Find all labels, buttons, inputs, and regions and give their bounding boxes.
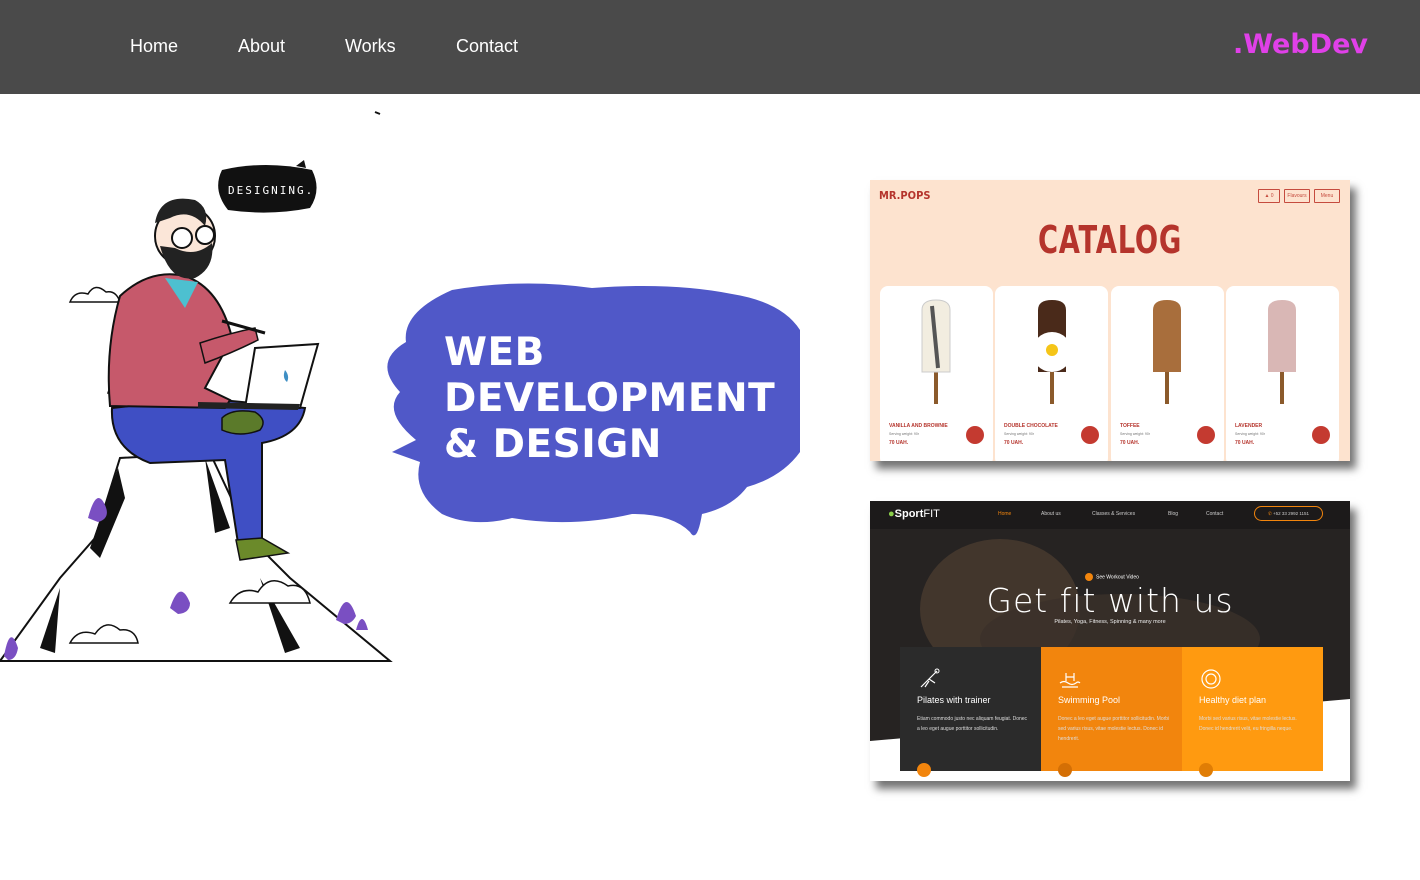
nav-link-about[interactable]: About <box>238 36 285 57</box>
sportfit-panel-swimming[interactable]: Swimming Pool Donec a leo eget augue por… <box>1041 647 1182 777</box>
portfolio-shot-sportfit[interactable]: ●SportFIT Home About us Classes & Servic… <box>870 501 1350 781</box>
nav-link-home[interactable]: Home <box>130 36 178 57</box>
sportfit-logo-bold: Sport <box>894 508 924 520</box>
nav-link-works[interactable]: Works <box>345 36 396 57</box>
sportfit-nav-blog[interactable]: Blog <box>1168 511 1178 517</box>
sportfit-video-link[interactable]: See Workout Video <box>1085 573 1139 581</box>
pops-product-price: 70 UAH. <box>889 440 909 446</box>
sportfit-phone-button[interactable]: ✆ +52 33 2992 1151 <box>1254 506 1323 521</box>
pops-product-weight: Serving weight: 90r <box>1235 432 1265 436</box>
sportfit-hero-title: Get fit with us <box>986 581 1234 620</box>
sportfit-panel-title: Swimming Pool <box>1058 695 1121 705</box>
pops-product-weight: Serving weight: 90r <box>1004 432 1034 436</box>
pilates-icon <box>920 668 940 688</box>
play-icon <box>1085 573 1093 581</box>
sportfit-panel-more-button[interactable] <box>1058 763 1072 777</box>
sportfit-nav-about[interactable]: About us <box>1041 511 1061 517</box>
popsicle-toffee-image <box>1153 300 1181 404</box>
headline-line-development: DEVELOPMENT <box>444 376 776 421</box>
sportfit-panel-more-button[interactable] <box>917 763 931 777</box>
pops-product-name: VANILLA AND BROWNIE <box>889 423 948 429</box>
sportfit-phone-number: +52 33 2992 1151 <box>1272 511 1310 516</box>
pops-product-price: 70 UAH. <box>1120 440 1140 446</box>
pops-product-name: TOFFEE <box>1120 423 1140 429</box>
pops-product-name: DOUBLE CHOCOLATE <box>1004 423 1058 429</box>
sportfit-logo[interactable]: ●SportFIT <box>888 508 940 520</box>
pops-product-card[interactable]: VANILLA AND BROWNIE Serving weight: 90r … <box>880 286 993 461</box>
pops-product-name: LAVENDER <box>1235 423 1263 429</box>
pops-product-weight: Serving weight: 90r <box>889 432 919 436</box>
popsicle-chocolate-image <box>1032 300 1072 404</box>
pops-add-to-cart-button[interactable] <box>1197 426 1215 444</box>
popsicle-lavender-image <box>1268 300 1296 404</box>
sportfit-nav-contact[interactable]: Contact <box>1206 511 1223 517</box>
pops-catalog-title: CATALOG <box>1037 218 1183 262</box>
portfolio-shot-mr-pops[interactable]: MR.POPS ▲ 0 Flavours Menu CATALOG VANILL… <box>870 180 1350 461</box>
sportfit-nav-home[interactable]: Home <box>998 511 1011 517</box>
pops-product-price: 70 UAH. <box>1235 440 1255 446</box>
hero-headline: WEB DEVELOPMENT & DESIGN <box>444 330 775 468</box>
speech-bubble-text: DESIGNING... <box>228 184 331 197</box>
headline-line-design: & DESIGN <box>444 422 662 467</box>
phone-icon: ✆ <box>1267 511 1272 516</box>
sportfit-logo-light: FIT <box>923 508 940 520</box>
pops-product-price: 70 UAH. <box>1004 440 1024 446</box>
sportfit-hero-subtitle: Pilates, Yoga, Fitness, Spinning & many … <box>1054 619 1166 625</box>
nav-link-contact[interactable]: Contact <box>456 36 518 57</box>
pops-product-weight: Serving weight: 90r <box>1120 432 1150 436</box>
pops-add-to-cart-button[interactable] <box>1081 426 1099 444</box>
swimming-pool-icon <box>1059 673 1081 688</box>
pops-flavours-button[interactable]: Flavours <box>1284 189 1310 203</box>
navbar: Home About Works Contact .WebDev <box>0 0 1420 94</box>
sportfit-panel-text: Etiam commodo justo nec aliquam feugiat.… <box>917 716 1028 732</box>
pops-product-card[interactable]: TOFFEE Serving weight: 90r 70 UAH. <box>1111 286 1224 461</box>
sportfit-panel-title: Pilates with trainer <box>917 695 991 705</box>
brand-logo[interactable]: .WebDev <box>1233 29 1368 60</box>
sportfit-panel-title: Healthy diet plan <box>1199 695 1267 705</box>
sportfit-panel-pilates[interactable]: Pilates with trainer Etiam commodo justo… <box>900 647 1041 777</box>
sportfit-nav-classes[interactable]: Classes & Services <box>1092 511 1135 517</box>
pops-product-card[interactable]: DOUBLE CHOCOLATE Serving weight: 90r 70 … <box>995 286 1108 461</box>
sportfit-navbar: ●SportFIT Home About us Classes & Servic… <box>870 501 1350 529</box>
pops-menu-button[interactable]: Menu <box>1314 189 1340 203</box>
pops-cart-button[interactable]: ▲ 0 <box>1258 189 1280 203</box>
headline-line-web: WEB <box>444 330 545 375</box>
pops-add-to-cart-button[interactable] <box>1312 426 1330 444</box>
pops-product-card[interactable]: LAVENDER Serving weight: 90r 70 UAH. <box>1226 286 1339 461</box>
sportfit-panel-text: Morbi sed varius risus, vitae molestie l… <box>1199 716 1297 732</box>
pops-logo: MR.POPS <box>879 189 931 202</box>
sportfit-panel-diet[interactable]: Healthy diet plan Morbi sed varius risus… <box>1182 647 1323 777</box>
popsicle-vanilla-image <box>921 299 951 404</box>
pops-add-to-cart-button[interactable] <box>966 426 984 444</box>
sportfit-panel-text: Donec a leo eget augue porttitor sollici… <box>1058 716 1170 742</box>
designer-illustration: DESIGNING... <box>0 111 393 662</box>
sportfit-video-label: See Workout Video <box>1096 574 1139 581</box>
diet-plate-icon <box>1201 669 1221 689</box>
sportfit-panel-more-button[interactable] <box>1199 763 1213 777</box>
